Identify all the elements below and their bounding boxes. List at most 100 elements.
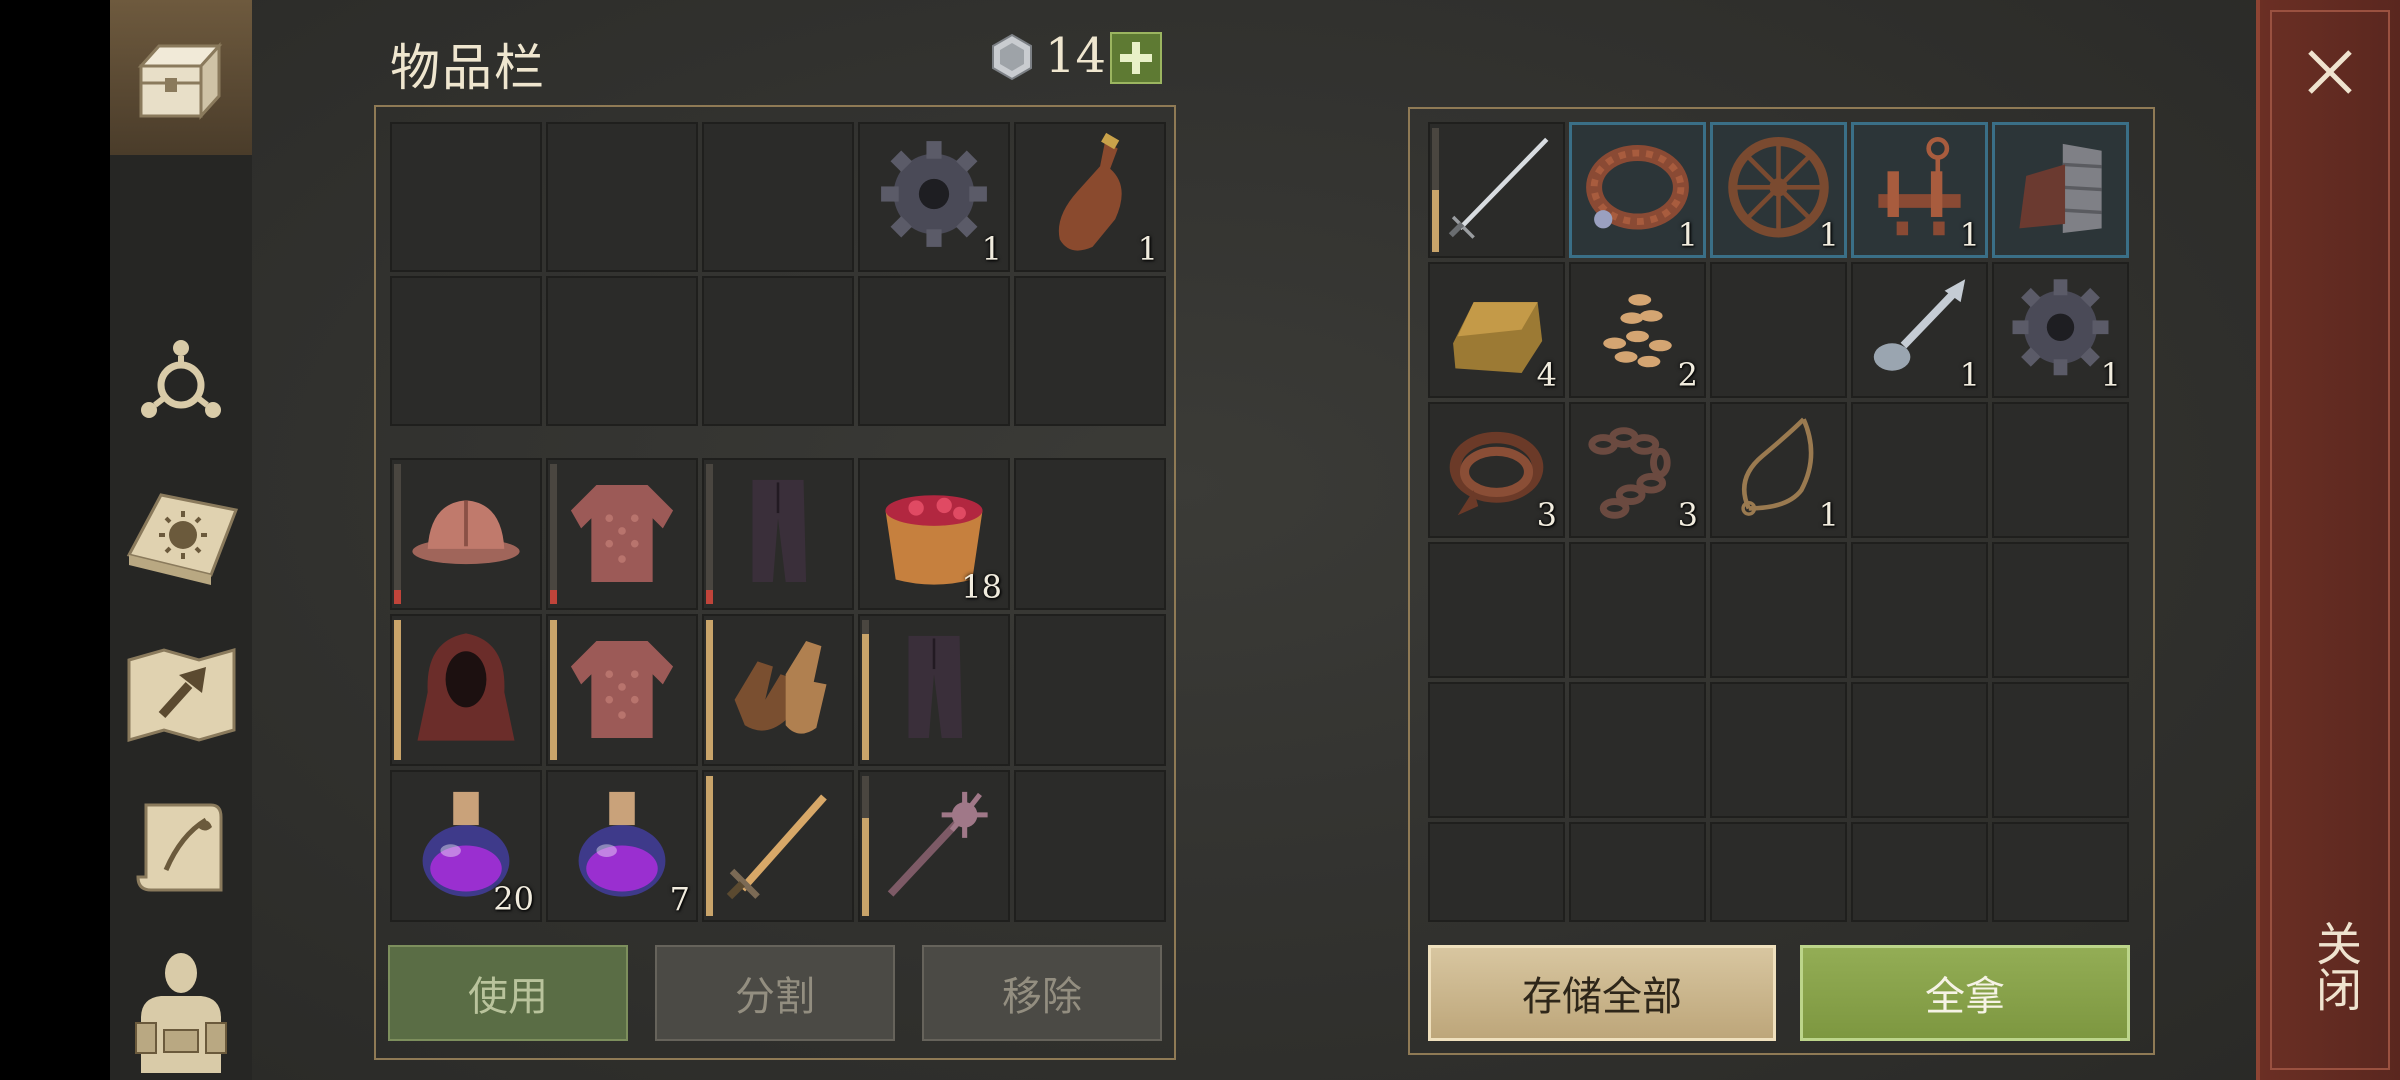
item-count: 2: [1677, 356, 1698, 394]
equipment-slot[interactable]: [858, 770, 1010, 922]
container-slot[interactable]: [1428, 542, 1565, 678]
inventory-slot[interactable]: [1014, 276, 1166, 426]
container-grid: 1 1 1 4 2 1 1 3 3 1: [1428, 122, 2129, 922]
container-slot[interactable]: [1569, 682, 1706, 818]
item-count: 1: [981, 230, 1002, 268]
container-slot[interactable]: 3: [1428, 402, 1565, 538]
container-slot[interactable]: 1: [1851, 122, 1988, 258]
inventory-slot[interactable]: 1: [1014, 122, 1166, 272]
item-count: 3: [1677, 496, 1698, 534]
container-slot[interactable]: [1851, 682, 1988, 818]
container-slot[interactable]: 1: [1710, 402, 1847, 538]
coin-icon: [992, 33, 1032, 81]
equipment-slot[interactable]: [546, 614, 698, 766]
equipment-slot[interactable]: [1014, 770, 1166, 922]
equipment-slot[interactable]: [858, 614, 1010, 766]
container-slot[interactable]: [1992, 682, 2129, 818]
inventory-slot[interactable]: [546, 122, 698, 272]
container-slot[interactable]: 1: [1851, 262, 1988, 398]
container-slot[interactable]: [1428, 822, 1565, 922]
container-slot[interactable]: [1992, 542, 2129, 678]
container-slot[interactable]: 1: [1710, 122, 1847, 258]
inventory-grid-equipment: 18 20 7: [390, 458, 1166, 922]
tab-inventory[interactable]: [110, 0, 252, 155]
item-count: 1: [1818, 496, 1839, 534]
inventory-slot[interactable]: 1: [858, 122, 1010, 272]
store-all-button[interactable]: 存储全部: [1428, 945, 1776, 1041]
chainmail-icon: [570, 640, 674, 739]
map-icon: [127, 648, 235, 742]
container-slot[interactable]: [1992, 402, 2129, 538]
close-panel[interactable]: [2256, 0, 2400, 1080]
container-slot[interactable]: [1992, 822, 2129, 922]
container-slot[interactable]: [1710, 262, 1847, 398]
katana-icon: [1448, 137, 1549, 239]
inventory-slot[interactable]: [390, 276, 542, 426]
take-all-button[interactable]: 全拿: [1800, 945, 2130, 1041]
item-count: 1: [1137, 230, 1158, 268]
add-currency-button[interactable]: [1110, 32, 1162, 84]
scroll-icon: [136, 803, 223, 892]
chainmail-icon: [570, 484, 674, 583]
equipment-slot[interactable]: [1014, 458, 1166, 610]
container-slot[interactable]: 1: [1992, 262, 2129, 398]
item-count: 1: [1677, 216, 1698, 254]
tab-character[interactable]: [110, 945, 252, 1075]
item-count: 7: [669, 880, 690, 918]
container-slot[interactable]: [1569, 822, 1706, 922]
container-slot[interactable]: [1851, 822, 1988, 922]
sword-icon: [726, 794, 827, 900]
inventory-grid-top: 11: [390, 122, 1166, 426]
equipment-slot[interactable]: 7: [546, 770, 698, 922]
inventory-slot[interactable]: [702, 276, 854, 426]
hood-icon: [417, 633, 515, 741]
split-button[interactable]: 分割: [655, 945, 895, 1041]
inventory-slot[interactable]: [546, 276, 698, 426]
equipment-slot[interactable]: [390, 614, 542, 766]
use-button[interactable]: 使用: [388, 945, 628, 1041]
item-count: 1: [1959, 216, 1980, 254]
container-slot[interactable]: [1710, 682, 1847, 818]
tab-crafting[interactable]: [110, 640, 252, 750]
item-count: 1: [1959, 356, 1980, 394]
equipment-slot[interactable]: [390, 458, 542, 610]
container-slot[interactable]: [1992, 122, 2129, 258]
tab-quests[interactable]: [110, 795, 252, 905]
item-count: 4: [1536, 356, 1557, 394]
close-label[interactable]: 关闭: [2303, 920, 2369, 1012]
equipment-slot[interactable]: [1014, 614, 1166, 766]
inventory-slot[interactable]: [702, 122, 854, 272]
container-slot[interactable]: [1851, 542, 1988, 678]
remove-button[interactable]: 移除: [922, 945, 1162, 1041]
container-slot[interactable]: [1428, 122, 1565, 258]
container-slot[interactable]: [1428, 682, 1565, 818]
container-slot[interactable]: 1: [1569, 122, 1706, 258]
equipment-slot[interactable]: [546, 458, 698, 610]
item-count: 1: [1818, 216, 1839, 254]
container-slot[interactable]: [1569, 542, 1706, 678]
close-icon[interactable]: [2300, 42, 2360, 102]
pants-icon: [908, 635, 963, 739]
container-slot[interactable]: 3: [1569, 402, 1706, 538]
equipment-slot[interactable]: 20: [390, 770, 542, 922]
equipment-slot[interactable]: [702, 614, 854, 766]
inventory-slot[interactable]: [858, 276, 1010, 426]
sidebar: [110, 0, 252, 1080]
inventory-title: 物品栏: [390, 39, 546, 97]
equipment-slot[interactable]: [702, 458, 854, 610]
item-count: 18: [961, 568, 1002, 606]
equipment-slot[interactable]: 18: [858, 458, 1010, 610]
tab-journal[interactable]: [110, 485, 252, 595]
equipment-slot[interactable]: [702, 770, 854, 922]
tab-skills[interactable]: [110, 330, 252, 430]
plus-icon: [1120, 42, 1152, 74]
container-slot[interactable]: 2: [1569, 262, 1706, 398]
inventory-slot[interactable]: [390, 122, 542, 272]
container-slot[interactable]: 4: [1428, 262, 1565, 398]
item-count: 1: [2100, 356, 2121, 394]
container-slot[interactable]: [1710, 542, 1847, 678]
item-count: 20: [493, 880, 534, 918]
gloves-icon: [734, 640, 827, 734]
container-slot[interactable]: [1710, 822, 1847, 922]
container-slot[interactable]: [1851, 402, 1988, 538]
